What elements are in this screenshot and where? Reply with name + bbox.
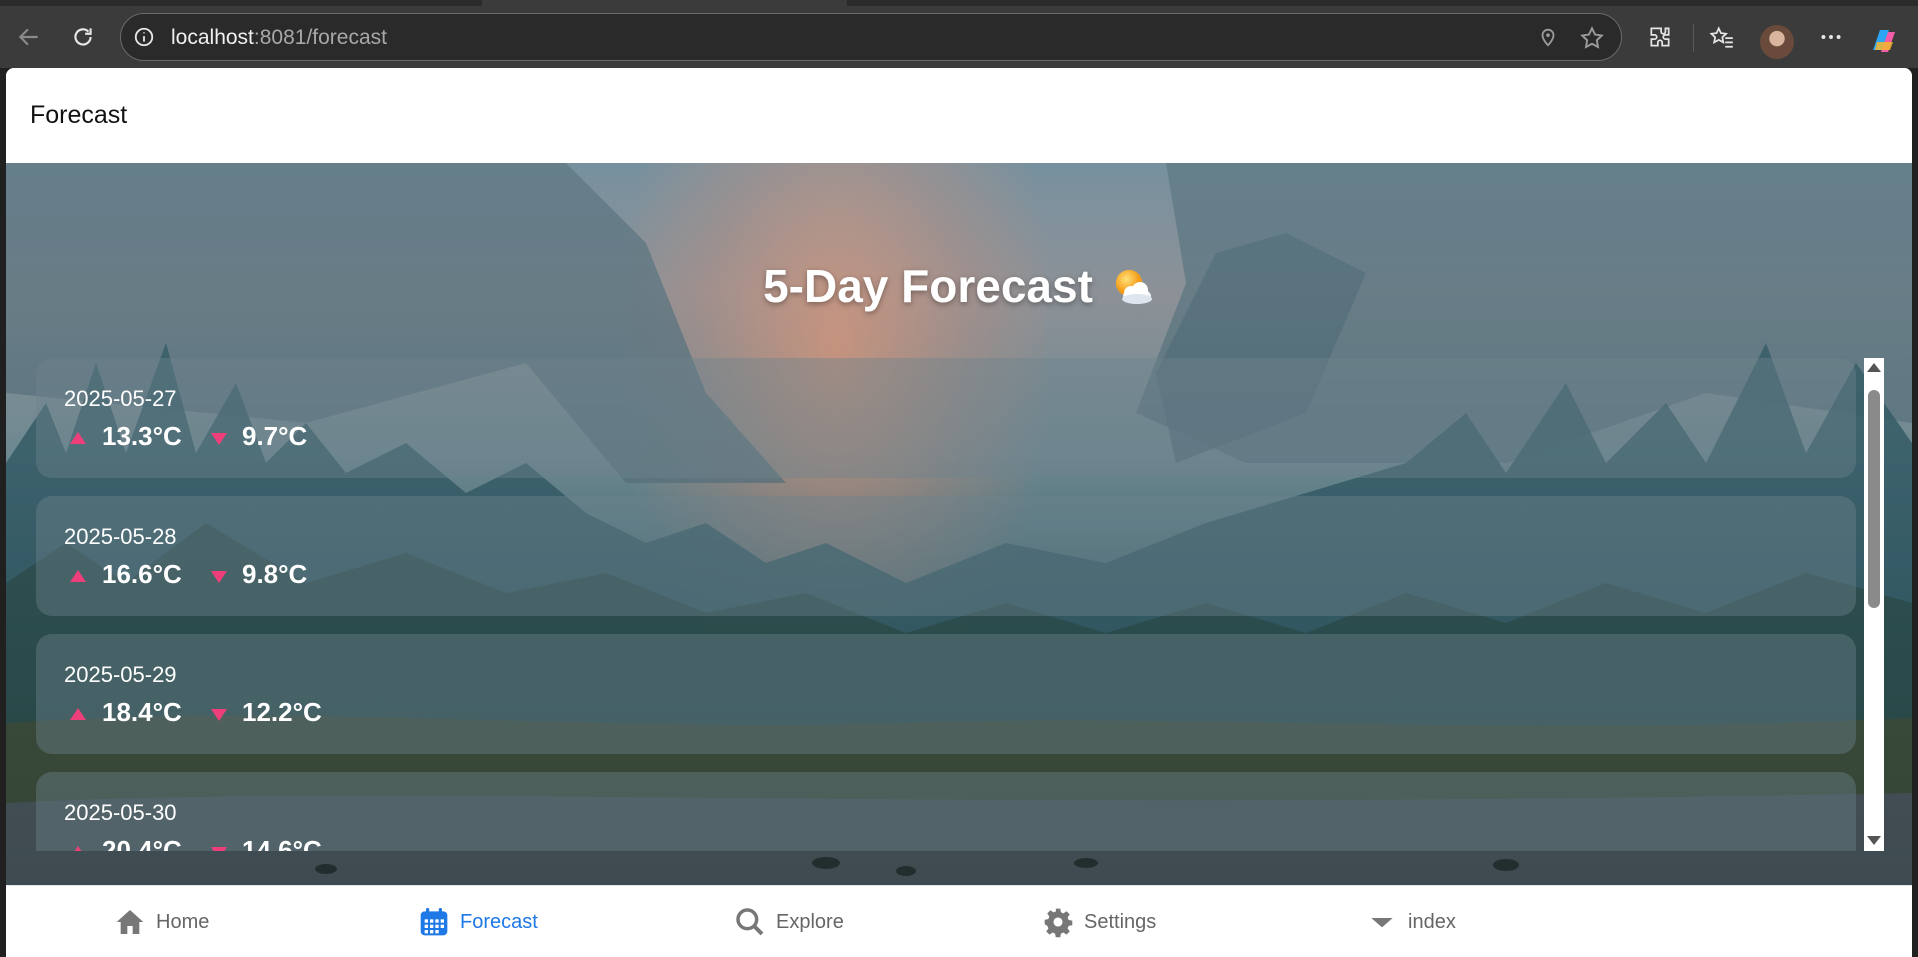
low-temp: 9.7°C <box>242 421 308 451</box>
home-icon <box>116 910 144 934</box>
forecast-heading-text: 5-Day Forecast <box>763 260 1093 312</box>
low-temp: 12.2°C <box>242 697 322 727</box>
profile-avatar[interactable] <box>1760 25 1794 59</box>
toolbar-separator <box>1693 24 1694 52</box>
extensions-button[interactable] <box>1641 18 1679 56</box>
address-bar[interactable]: localhost:8081/forecast <box>120 13 1622 61</box>
url-text[interactable]: localhost:8081/forecast <box>171 26 387 50</box>
forecast-scrollbar[interactable] <box>1864 358 1884 851</box>
low-temp-arrow-icon <box>211 571 227 583</box>
app-title: Forecast <box>30 101 128 129</box>
scroll-up-arrow-icon[interactable] <box>1867 363 1881 372</box>
back-arrow-icon <box>18 28 38 46</box>
low-temp: 14.6°C <box>242 835 322 851</box>
high-temp-arrow-icon <box>70 570 86 582</box>
reload-button[interactable] <box>64 18 102 56</box>
gear-icon <box>1044 908 1073 938</box>
high-temp: 16.6°C <box>102 559 182 589</box>
scrollbar-thumb[interactable] <box>1868 390 1880 608</box>
nav-explore-label: Explore <box>776 910 844 933</box>
bottom-navigation: Home Forecast Explore Settings index <box>6 885 1912 957</box>
location-icon[interactable] <box>1537 26 1559 52</box>
nav-forecast[interactable]: Forecast <box>418 886 538 957</box>
favorites-button[interactable] <box>1703 18 1741 56</box>
nav-index[interactable]: index <box>1366 886 1456 957</box>
low-temp-arrow-icon <box>211 433 227 445</box>
low-temp: 9.8°C <box>242 559 308 589</box>
forecast-card[interactable]: 2025-05-29 18.4°C 12.2°C <box>36 634 1856 754</box>
nav-home-label: Home <box>156 910 210 933</box>
chevron-down-icon <box>1371 918 1393 928</box>
high-temp: 20.4°C <box>102 835 182 851</box>
url-path: :8081/forecast <box>253 26 387 49</box>
nav-home[interactable]: Home <box>114 886 209 957</box>
forecast-card[interactable]: 2025-05-27 13.3°C 9.7°C <box>36 358 1856 478</box>
nav-forecast-label: Forecast <box>460 910 538 933</box>
calendar-icon <box>420 908 448 936</box>
high-temp-arrow-icon <box>70 846 86 851</box>
forecast-card[interactable]: 2025-05-28 16.6°C 9.8°C <box>36 496 1856 616</box>
back-button[interactable] <box>10 18 48 56</box>
site-info-icon[interactable] <box>133 26 155 52</box>
forecast-date: 2025-05-28 <box>64 524 177 549</box>
puzzle-icon <box>1650 27 1670 47</box>
nav-settings[interactable]: Settings <box>1042 886 1156 957</box>
favorites-icon <box>1709 26 1733 48</box>
low-temp-arrow-icon <box>211 847 227 851</box>
high-temp: 18.4°C <box>102 697 182 727</box>
scroll-down-arrow-icon[interactable] <box>1867 836 1881 845</box>
url-host: localhost <box>171 26 254 49</box>
app-header: Forecast <box>6 68 1912 164</box>
sun-behind-cloud-icon <box>1109 264 1155 310</box>
background-scene: 5-Day Forecast 2025-05-27 13.3°C 9.7°C 2… <box>6 163 1912 885</box>
low-temp-arrow-icon <box>211 709 227 721</box>
high-temp: 13.3°C <box>102 421 182 451</box>
copilot-icon[interactable] <box>1867 24 1901 58</box>
high-temp-arrow-icon <box>70 432 86 444</box>
forecast-list[interactable]: 2025-05-27 13.3°C 9.7°C 2025-05-28 16.6°… <box>36 358 1856 851</box>
favorite-star-icon[interactable] <box>1579 25 1605 55</box>
more-horizontal-icon <box>1821 35 1841 39</box>
high-temp-arrow-icon <box>70 708 86 720</box>
forecast-date: 2025-05-29 <box>64 662 177 687</box>
forecast-card[interactable]: 2025-05-30 20.4°C 14.6°C <box>36 772 1856 851</box>
reload-icon <box>74 28 92 46</box>
nav-settings-label: Settings <box>1084 910 1157 933</box>
more-menu-button[interactable] <box>1812 18 1850 56</box>
forecast-date: 2025-05-27 <box>64 386 177 411</box>
forecast-heading: 5-Day Forecast <box>6 259 1912 313</box>
search-icon <box>736 908 764 936</box>
forecast-date: 2025-05-30 <box>64 800 177 825</box>
nav-index-label: index <box>1408 910 1456 933</box>
nav-explore[interactable]: Explore <box>734 886 844 957</box>
page-viewport: Forecast 5-Day Forecast 2025-05-27 13.3°… <box>6 68 1912 957</box>
browser-toolbar: localhost:8081/forecast <box>0 6 1918 68</box>
